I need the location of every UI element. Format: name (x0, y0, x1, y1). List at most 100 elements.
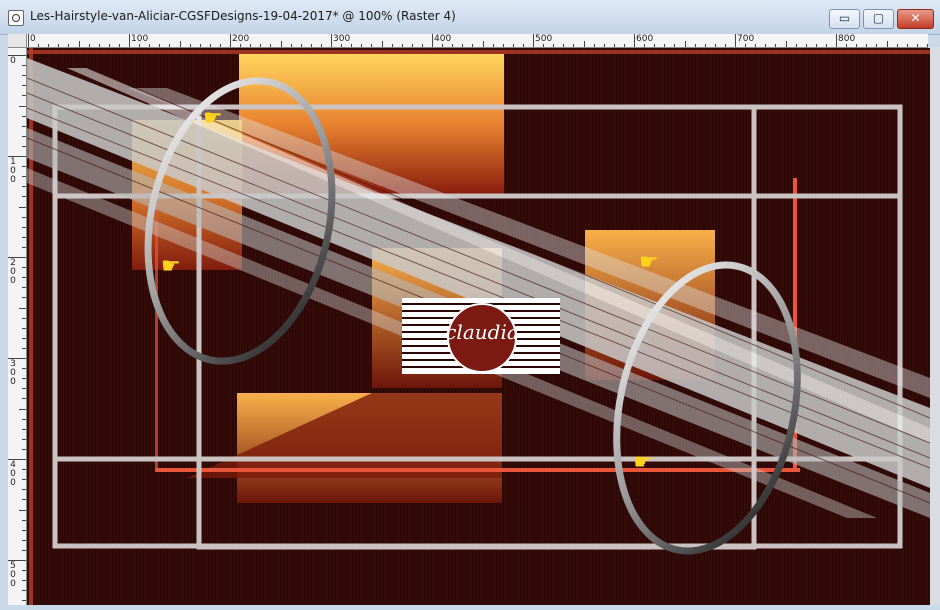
ruler-tick (331, 34, 332, 47)
ruler-tick (22, 287, 26, 289)
image-canvas[interactable]: claudia ☛ ☛ ☛ ☛ (27, 48, 930, 605)
ruler-tick (159, 44, 161, 47)
ruler-tick (22, 418, 26, 420)
ruler-tick (22, 580, 26, 582)
ruler-tick (219, 44, 221, 47)
minimize-button[interactable]: ▭ (829, 9, 860, 29)
ruler-tick (846, 44, 848, 47)
window-title: Les-Hairstyle-van-Aliciar-CGSFDesigns-19… (30, 9, 456, 23)
maximize-button[interactable]: ▢ (863, 9, 894, 29)
ruler-tick (199, 44, 201, 47)
ruler-tick (765, 44, 767, 47)
ruler-tick (22, 196, 26, 198)
ruler-tick (22, 267, 26, 269)
ruler-tick (563, 44, 565, 47)
ruler-tick (22, 368, 26, 370)
ruler-tick (22, 95, 26, 97)
ruler-tick (704, 44, 706, 47)
app-icon (8, 10, 24, 26)
ruler-tick (290, 44, 292, 47)
ruler-tick (22, 145, 26, 147)
ruler-tick (714, 44, 716, 47)
ruler-tick (108, 44, 110, 47)
ruler-tick (280, 41, 282, 47)
ruler-tick (533, 34, 534, 47)
ruler-tick (825, 44, 827, 47)
ruler-label: 500 (10, 561, 16, 589)
ruler-tick (22, 590, 26, 592)
ruler-label: 700 (737, 34, 755, 44)
ruler-tick (22, 519, 26, 521)
ruler-tick (916, 44, 918, 47)
ruler-tick (22, 277, 26, 279)
ruler-tick (78, 41, 80, 47)
ruler-tick (583, 41, 585, 47)
ruler-label: 500 (535, 34, 553, 44)
ruler-tick (22, 499, 26, 501)
ruler-tick (876, 44, 878, 47)
ruler-tick (553, 44, 555, 47)
pointing-hand-icon: ☛ (633, 450, 653, 475)
ruler-tick (381, 41, 383, 47)
ruler-tick (775, 44, 777, 47)
ruler-tick (361, 44, 363, 47)
vertical-scrollbar[interactable] (930, 47, 940, 610)
ruler-tick (442, 44, 444, 47)
watermark-text: claudia (445, 320, 519, 344)
ruler-tick (98, 44, 100, 47)
ruler-tick (644, 44, 646, 47)
ruler-tick (22, 75, 26, 77)
pointing-hand-icon: ☛ (203, 106, 223, 131)
ruler-tick (22, 115, 26, 117)
ruler-tick (452, 44, 454, 47)
ruler-tick (472, 44, 474, 47)
ruler-tick (19, 307, 26, 309)
ruler-tick (22, 337, 26, 339)
ruler-tick (543, 44, 545, 47)
ruler-tick (22, 428, 26, 430)
horizontal-ruler[interactable]: 0 100 200 300 400 500 600 700 800 (8, 34, 928, 48)
ruler-label: 800 (838, 34, 856, 44)
ruler-tick (22, 166, 26, 168)
ruler-tick (68, 44, 70, 47)
vertical-ruler[interactable]: 0 100 200 300 400 500 (8, 47, 27, 605)
ruler-tick (22, 85, 26, 87)
ruler-tick (270, 44, 272, 47)
ruler-tick (149, 44, 151, 47)
ruler-tick (48, 44, 50, 47)
ruler-label: 100 (10, 157, 16, 185)
ruler-tick (735, 34, 736, 47)
ruler-tick (250, 44, 252, 47)
ruler-tick (886, 41, 888, 47)
ruler-tick (674, 44, 676, 47)
ruler-tick (300, 44, 302, 47)
ruler-tick (462, 44, 464, 47)
ruler-tick (139, 44, 141, 47)
ruler-tick (22, 489, 26, 491)
ruler-tick (22, 236, 26, 238)
ruler-tick (411, 44, 413, 47)
ruler-label: 300 (10, 359, 16, 387)
close-button[interactable]: ✕ (897, 9, 934, 29)
ruler-tick (684, 41, 686, 47)
ruler-tick (22, 226, 26, 228)
ruler-tick (896, 44, 898, 47)
ruler-tick (118, 44, 120, 47)
ruler-label: 200 (10, 258, 16, 286)
title-bar[interactable]: Les-Hairstyle-van-Aliciar-CGSFDesigns-19… (0, 0, 940, 35)
ruler-tick (28, 34, 29, 47)
ruler-tick (169, 44, 171, 47)
accent-line-bottom (155, 468, 800, 472)
ruler-tick (805, 44, 807, 47)
ruler-tick (209, 44, 211, 47)
ruler-tick (906, 44, 908, 47)
ruler-tick (22, 448, 26, 450)
ruler-tick (634, 34, 635, 47)
ruler-tick (22, 438, 26, 440)
pointing-hand-icon: ☛ (639, 250, 659, 275)
ruler-tick (22, 347, 26, 349)
ruler-tick (492, 44, 494, 47)
ruler-tick (623, 44, 625, 47)
ruler-tick (593, 44, 595, 47)
ruler-tick (512, 44, 514, 47)
